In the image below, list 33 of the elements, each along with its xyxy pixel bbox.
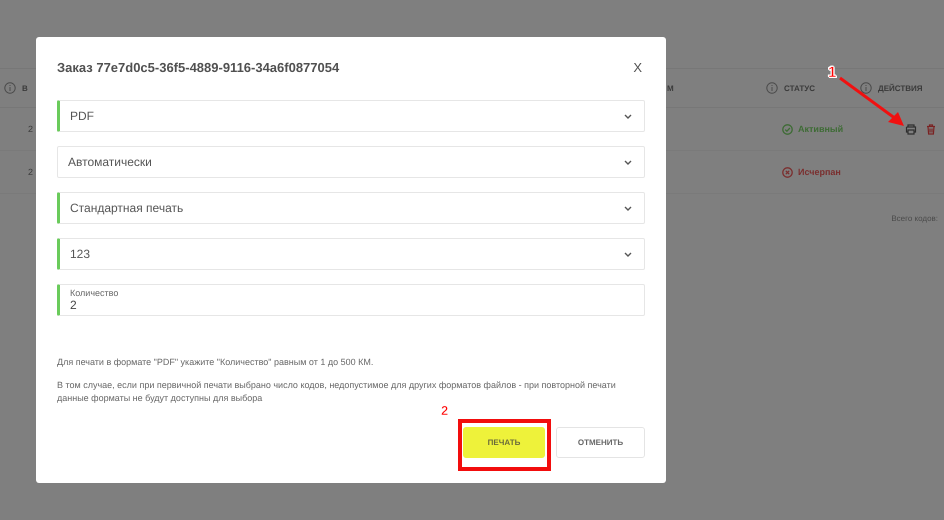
quantity-field[interactable]: Количество 2: [57, 284, 645, 316]
chevron-down-icon: [624, 206, 632, 210]
step-number: 2: [441, 403, 448, 418]
close-button[interactable]: X: [630, 60, 645, 74]
hint-text: В том случае, если при первичной печати выбрано число кодов, недопустимое для других форматов файлов - при повторной печати данные форматы не будут доступны для выбора: [57, 379, 617, 405]
field-label: Количество: [70, 288, 120, 298]
select-field[interactable]: 123: [57, 238, 645, 270]
info-icon[interactable]: [4, 82, 16, 94]
cancel-button[interactable]: ОТМЕНИТЬ: [556, 427, 645, 458]
step-number: 1: [828, 64, 836, 81]
dialog-title: Заказ 77e7d0c5-36f5-4889-9116-34a6f0877054: [57, 60, 340, 74]
column-header: В: [22, 84, 28, 92]
hint-text: Для печати в формате "PDF" укажите "Количество" равным от 1 до 500 КМ.: [57, 356, 374, 369]
column-header: ДЕЙСТВИЯ: [878, 84, 923, 92]
table-cell: 2: [28, 167, 34, 177]
chevron-down-icon: [624, 252, 632, 256]
select-field[interactable]: Стандартная печать: [57, 192, 645, 224]
status-label: Активный: [798, 124, 844, 134]
status-label: Исчерпан: [798, 167, 841, 177]
info-icon[interactable]: [860, 82, 872, 94]
column-header: СТАТУС: [784, 84, 815, 92]
print-button[interactable]: ПЕЧАТЬ: [463, 427, 545, 458]
table-cell: 2: [28, 124, 34, 134]
printer-icon[interactable]: [905, 124, 917, 134]
check-circle-icon: [782, 124, 793, 134]
column-header: М: [667, 84, 674, 92]
info-icon[interactable]: [766, 82, 778, 94]
cross-circle-icon: [782, 166, 793, 178]
chevron-down-icon: [624, 114, 632, 118]
chevron-down-icon: [624, 160, 632, 164]
select-field[interactable]: PDF: [57, 100, 645, 132]
trash-icon[interactable]: [926, 124, 936, 134]
select-field[interactable]: Автоматически: [57, 146, 645, 178]
